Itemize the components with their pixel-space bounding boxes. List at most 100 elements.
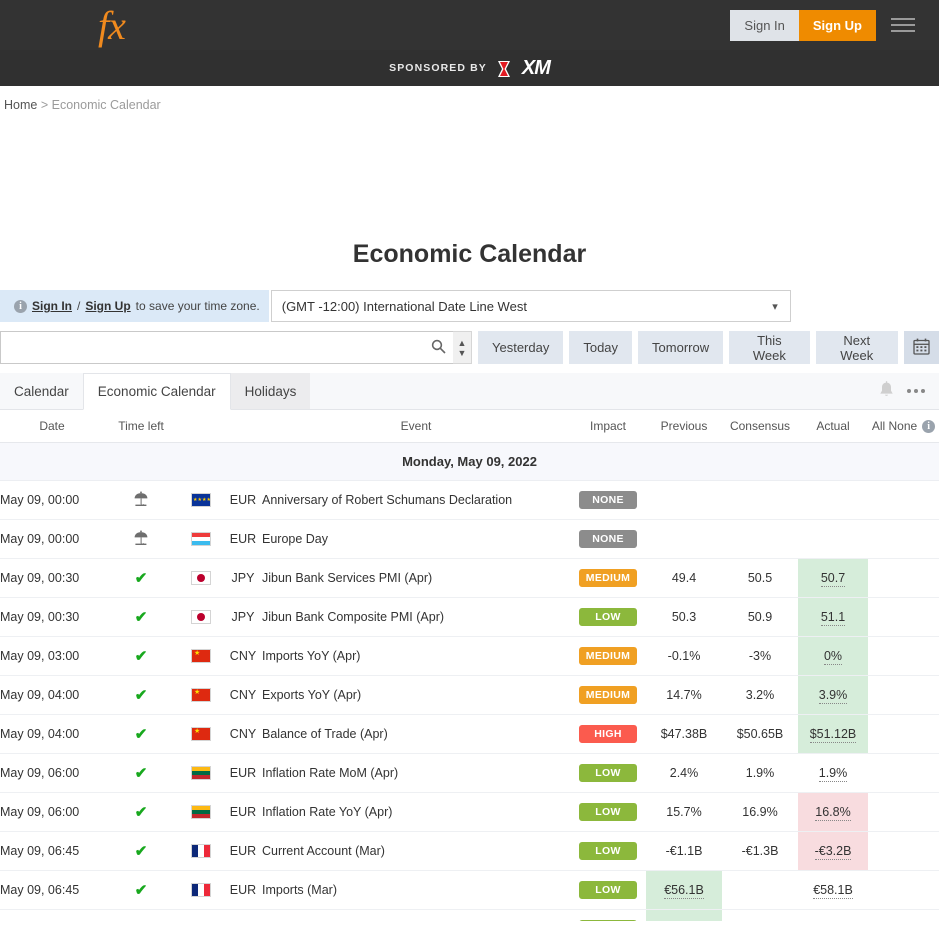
table-row[interactable]: May 09, 00:00 EUR Europe Day NONE (0, 519, 939, 559)
header-all-none[interactable]: All None i (868, 410, 939, 443)
cell-event[interactable]: Jibun Bank Composite PMI (Apr) (262, 597, 570, 637)
table-row[interactable]: May 09, 04:00 ✔ CNYExports YoY (Apr) MEDIUM… (0, 675, 939, 715)
header-time-left[interactable]: Time left (104, 410, 178, 443)
cell-event[interactable]: Anniversary of Robert Schumans Declarati… (262, 480, 570, 520)
search-input[interactable] (0, 331, 472, 364)
tab-holidays[interactable]: Holidays (230, 373, 311, 409)
search-wrapper: ▲ ▼ (0, 331, 472, 364)
cell-event[interactable]: Exports YoY (Apr) (262, 675, 570, 715)
sponsor-label: SPONSORED BY (389, 62, 487, 74)
spinner-up-icon[interactable]: ▲ (458, 338, 467, 348)
cell-event[interactable]: Imports YoY (Apr) (262, 636, 570, 676)
more-icon[interactable] (907, 389, 925, 393)
calendar-picker-button[interactable] (903, 331, 939, 364)
breadcrumb-home-link[interactable]: Home (4, 98, 37, 112)
cell-all-none[interactable] (868, 792, 939, 832)
cell-date: May 09, 06:45 (0, 831, 104, 871)
cell-date: May 09, 06:45 (0, 870, 104, 910)
cell-all-none[interactable] (868, 519, 939, 559)
cell-all-none[interactable] (868, 909, 939, 921)
tab-calendar[interactable]: Calendar (0, 373, 83, 409)
day-separator-row: Monday, May 09, 2022 (0, 442, 939, 481)
header-actual[interactable]: Actual (798, 410, 868, 443)
header-event[interactable]: Event (262, 410, 570, 443)
table-row[interactable]: May 09, 06:45✔ EURExports (Mar) LOW €45.8B €… (0, 909, 939, 921)
notice-sign-in-link[interactable]: Sign In (32, 299, 72, 313)
calendar-table-scroll[interactable]: Date Time left Event Impact Previous Con… (0, 410, 939, 921)
cell-previous: 15.7% (646, 792, 722, 832)
cell-all-none[interactable] (868, 675, 939, 715)
cell-event[interactable]: Balance of Trade (Apr) (262, 714, 570, 754)
impact-badge: HIGH (579, 725, 637, 743)
cell-time-left: ✔ (104, 636, 178, 676)
cell-impact: MEDIUM (570, 636, 646, 676)
cell-event[interactable]: Exports (Mar) (262, 909, 570, 921)
top-navigation-bar: fx Sign In Sign Up (0, 0, 939, 50)
cell-all-none[interactable] (868, 597, 939, 637)
page-title: Economic Calendar (352, 240, 587, 268)
cell-consensus: 16.9% (722, 792, 798, 832)
header-consensus[interactable]: Consensus (722, 410, 798, 443)
hamburger-icon[interactable] (885, 10, 921, 41)
check-icon: ✔ (134, 726, 148, 743)
range-this-week-button[interactable]: This Week (729, 331, 810, 364)
all-none-info-icon[interactable]: i (922, 419, 936, 433)
timezone-select[interactable]: (GMT -12:00) International Date Line Wes… (270, 290, 791, 322)
cell-all-none[interactable] (868, 753, 939, 793)
cell-event[interactable]: Inflation Rate MoM (Apr) (262, 753, 570, 793)
cell-actual: 50.7 (798, 558, 868, 598)
sign-in-button[interactable]: Sign In (730, 9, 799, 41)
header-impact[interactable]: Impact (570, 410, 646, 443)
cell-previous: €56.1B (646, 870, 722, 910)
flag-cn-icon (191, 727, 211, 742)
cell-event[interactable]: Current Account (Mar) (262, 831, 570, 871)
range-next-week-button[interactable]: Next Week (815, 331, 898, 364)
cell-all-none[interactable] (868, 831, 939, 871)
cell-consensus (722, 480, 798, 520)
cell-consensus (722, 519, 798, 559)
cell-event[interactable]: Inflation Rate YoY (Apr) (262, 792, 570, 832)
cell-actual: €58.1B (798, 870, 868, 910)
tab-economic-calendar[interactable]: Economic Calendar (82, 373, 231, 410)
spinner-down-icon[interactable]: ▼ (458, 348, 467, 358)
range-tomorrow-button[interactable]: Tomorrow (638, 331, 724, 364)
cell-currency: CNY (224, 675, 262, 715)
cell-event[interactable]: Jibun Bank Services PMI (Apr) (262, 558, 570, 598)
flag-fr-icon (191, 844, 211, 859)
impact-badge: LOW (579, 920, 637, 921)
table-row[interactable]: May 09, 06:00 ✔ EUR Inflation Rate YoY (Apr… (0, 792, 939, 832)
table-row[interactable]: May 09, 06:45 ✔ EUR Imports (Mar) LOW €56.1B €… (0, 870, 939, 910)
check-icon: ✔ (134, 570, 148, 587)
impact-badge: MEDIUM (579, 569, 637, 587)
cell-event[interactable]: Europe Day (262, 519, 570, 559)
site-logo[interactable]: fx (98, 4, 126, 48)
cell-flag (178, 480, 224, 520)
header-date[interactable]: Date (0, 410, 104, 443)
breadcrumb-current: Economic Calendar (51, 98, 161, 112)
range-today-button[interactable]: Today (569, 331, 633, 364)
table-row[interactable]: May 09, 00:30 ✔ JPY Jibun Bank Composite PM… (0, 597, 939, 637)
flag-cn-icon (191, 688, 211, 703)
cell-time-left: ✔ (104, 831, 178, 871)
table-row[interactable]: May 09, 04:00 ✔ CNYBalance of Trade (Apr) H… (0, 714, 939, 754)
check-icon: ✔ (134, 804, 148, 821)
xm-logo[interactable]: XM (497, 58, 551, 78)
header-previous[interactable]: Previous (646, 410, 722, 443)
cell-event[interactable]: Imports (Mar) (262, 870, 570, 910)
bell-icon[interactable] (878, 380, 895, 402)
cell-all-none[interactable] (868, 870, 939, 910)
range-yesterday-button[interactable]: Yesterday (478, 331, 564, 364)
cell-all-none[interactable] (868, 636, 939, 676)
sign-up-button[interactable]: Sign Up (798, 9, 876, 41)
table-row[interactable]: May 09, 06:45 ✔ EUR Current Account (Mar) LO… (0, 831, 939, 871)
table-row[interactable]: May 09, 03:00 ✔ CNYImports YoY (Apr) MEDIUM… (0, 636, 939, 676)
cell-all-none[interactable] (868, 558, 939, 598)
table-row[interactable]: May 09, 06:00 ✔ EUR Inflation Rate MoM (Apr… (0, 753, 939, 793)
table-row[interactable]: May 09, 00:00 EURAnniversary of Robert Sc… (0, 480, 939, 520)
cell-all-none[interactable] (868, 714, 939, 754)
cell-all-none[interactable] (868, 480, 939, 520)
search-spinner[interactable]: ▲ ▼ (453, 331, 472, 364)
table-row[interactable]: May 09, 00:30 ✔ JPY Jibun Bank Services PMI… (0, 558, 939, 598)
notice-sign-up-link[interactable]: Sign Up (85, 299, 130, 313)
cell-actual: 51.1 (798, 597, 868, 637)
